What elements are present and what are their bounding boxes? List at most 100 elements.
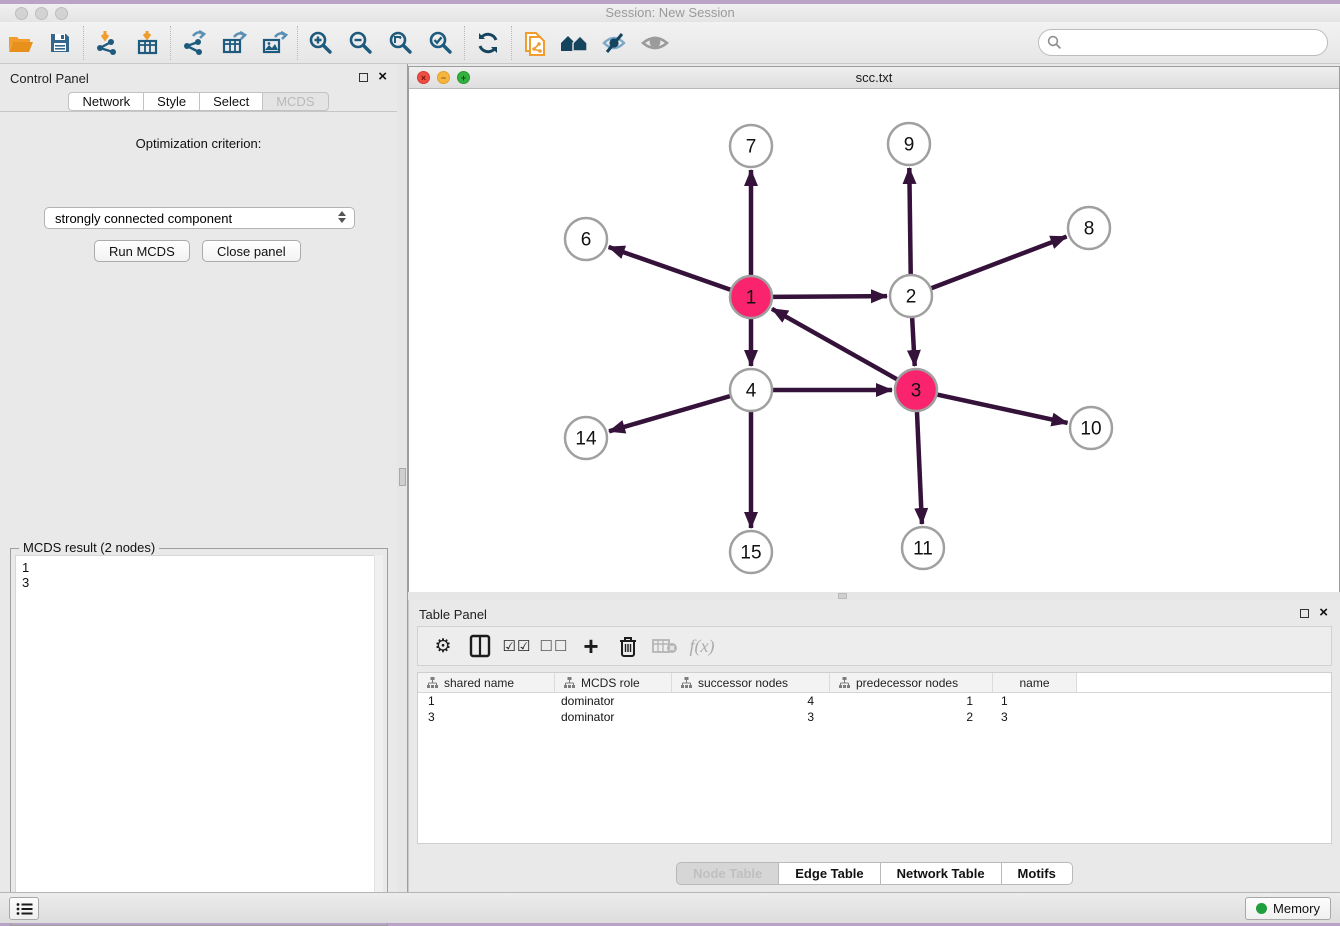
edge-3-11[interactable]	[917, 411, 922, 524]
result-scrollbar[interactable]	[374, 555, 383, 921]
node-10[interactable]: 10	[1070, 407, 1112, 449]
main-area: Control Panel × NetworkStyleSelectMCDS O…	[0, 64, 1340, 892]
column-header-successor-nodes[interactable]: successor nodes	[672, 673, 830, 692]
node-15[interactable]: 15	[730, 531, 772, 573]
mcds-result-title: MCDS result (2 nodes)	[19, 540, 159, 555]
close-panel-icon[interactable]: ×	[1319, 604, 1328, 622]
node-3[interactable]: 3	[895, 369, 937, 411]
memory-button[interactable]: Memory	[1245, 897, 1331, 920]
window-title: Session: New Session	[0, 5, 1340, 20]
column-header-MCDS-role[interactable]: MCDS role	[555, 673, 672, 692]
import-network-icon[interactable]	[87, 26, 127, 60]
vertical-splitter[interactable]	[397, 64, 408, 892]
gear-icon[interactable]: ⚙	[428, 631, 458, 661]
close-panel-button[interactable]: Close panel	[202, 240, 301, 262]
task-history-button[interactable]	[9, 897, 39, 920]
tab-network-table[interactable]: Network Table	[880, 862, 1001, 885]
column-view-icon[interactable]	[465, 631, 495, 661]
main-toolbar	[0, 22, 1340, 64]
zoom-selected-icon[interactable]	[421, 26, 461, 60]
deselect-all-icon[interactable]: ☐☐	[539, 631, 569, 661]
memory-label: Memory	[1273, 901, 1320, 916]
splitter-handle[interactable]	[838, 593, 847, 599]
table-panel-title: Table Panel	[419, 607, 487, 622]
network-window: × − + scc.txt 7968124314101511	[408, 66, 1340, 592]
splitter-handle[interactable]	[399, 468, 406, 486]
tab-node-table[interactable]: Node Table	[676, 862, 778, 885]
add-column-icon[interactable]: +	[576, 631, 606, 661]
search-input[interactable]	[1062, 35, 1327, 50]
sort-tree-icon	[427, 677, 438, 688]
function-builder-icon[interactable]: f(x)	[687, 631, 717, 661]
zoom-fit-icon[interactable]	[381, 26, 421, 60]
edge-3-1[interactable]	[772, 309, 898, 380]
node-11[interactable]: 11	[902, 527, 944, 569]
sort-tree-icon	[839, 677, 850, 688]
node-6[interactable]: 6	[565, 218, 607, 260]
edge-2-8[interactable]	[931, 237, 1067, 289]
node-2[interactable]: 2	[890, 275, 932, 317]
float-panel-icon[interactable]	[359, 73, 368, 82]
select-all-icon[interactable]: ☑☑	[502, 631, 532, 661]
column-header-predecessor-nodes[interactable]: predecessor nodes	[830, 673, 993, 692]
float-panel-icon[interactable]	[1300, 609, 1309, 618]
node-8[interactable]: 8	[1068, 207, 1110, 249]
edge-1-6[interactable]	[609, 247, 732, 290]
column-header-name[interactable]: name	[993, 673, 1077, 692]
node-label: 9	[904, 135, 915, 156]
refresh-layout-icon[interactable]	[468, 26, 508, 60]
optimization-criterion-dropdown[interactable]: strongly connected component	[44, 207, 355, 229]
table-row[interactable]: 3dominator323	[418, 709, 1331, 725]
zoom-in-icon[interactable]	[301, 26, 341, 60]
trash-icon[interactable]	[613, 631, 643, 661]
node-14[interactable]: 14	[565, 417, 607, 459]
cell-MCDS-role: dominator	[555, 693, 672, 709]
export-network-icon[interactable]	[174, 26, 214, 60]
tab-network[interactable]: Network	[68, 92, 143, 111]
save-session-icon[interactable]	[40, 26, 80, 60]
edge-2-9[interactable]	[909, 168, 910, 275]
network-canvas[interactable]: 7 9 6 8 1 2 4 3 14 10 15 11	[409, 89, 1339, 592]
tab-edge-table[interactable]: Edge Table	[778, 862, 879, 885]
open-session-icon[interactable]	[0, 26, 40, 60]
cell-name: 3	[993, 709, 1077, 725]
export-image-icon[interactable]	[254, 26, 294, 60]
cell-shared-name: 3	[418, 709, 555, 725]
run-mcds-button[interactable]: Run MCDS	[94, 240, 190, 262]
table-row[interactable]: 1dominator411	[418, 693, 1331, 709]
node-label: 4	[746, 381, 757, 402]
node-1[interactable]: 1	[730, 276, 772, 318]
tab-style[interactable]: Style	[143, 92, 199, 111]
import-table-icon[interactable]	[127, 26, 167, 60]
node-label: 15	[740, 543, 761, 564]
close-panel-icon[interactable]: ×	[378, 68, 387, 86]
title-bar: Session: New Session	[0, 4, 1340, 22]
tab-mcds[interactable]: MCDS	[262, 92, 328, 111]
copy-network-icon[interactable]	[515, 26, 555, 60]
edge-3-10[interactable]	[937, 394, 1068, 422]
node-7[interactable]: 7	[730, 125, 772, 167]
show-all-icon[interactable]	[635, 26, 675, 60]
table-panel: Table Panel × ⚙ ☑☑ ☐☐ + f(x)	[408, 600, 1340, 892]
edge-1-2[interactable]	[772, 296, 887, 297]
hide-unselected-icon[interactable]	[595, 26, 635, 60]
optimization-label: Optimization criterion:	[0, 136, 397, 151]
node-4[interactable]: 4	[730, 369, 772, 411]
network-graph[interactable]: 7 9 6 8 1 2 4 3 14 10 15 11	[409, 89, 1339, 592]
mcds-result-text[interactable]: 1 3	[15, 555, 383, 921]
table-panel-header: Table Panel ×	[409, 600, 1340, 628]
edge-2-3[interactable]	[912, 317, 915, 366]
cell-successor-nodes: 3	[672, 709, 830, 725]
table-tabs: Node TableEdge TableNetwork TableMotifs	[409, 862, 1340, 885]
delete-table-icon[interactable]	[650, 631, 680, 661]
horizontal-splitter[interactable]	[408, 592, 1340, 600]
column-header-shared-name[interactable]: shared name	[418, 673, 555, 692]
tab-select[interactable]: Select	[199, 92, 262, 111]
zoom-out-icon[interactable]	[341, 26, 381, 60]
home-view-icon[interactable]	[555, 26, 595, 60]
node-9[interactable]: 9	[888, 123, 930, 165]
search-box[interactable]	[1038, 29, 1328, 56]
export-table-icon[interactable]	[214, 26, 254, 60]
tab-motifs[interactable]: Motifs	[1001, 862, 1073, 885]
edge-4-14[interactable]	[609, 396, 731, 431]
